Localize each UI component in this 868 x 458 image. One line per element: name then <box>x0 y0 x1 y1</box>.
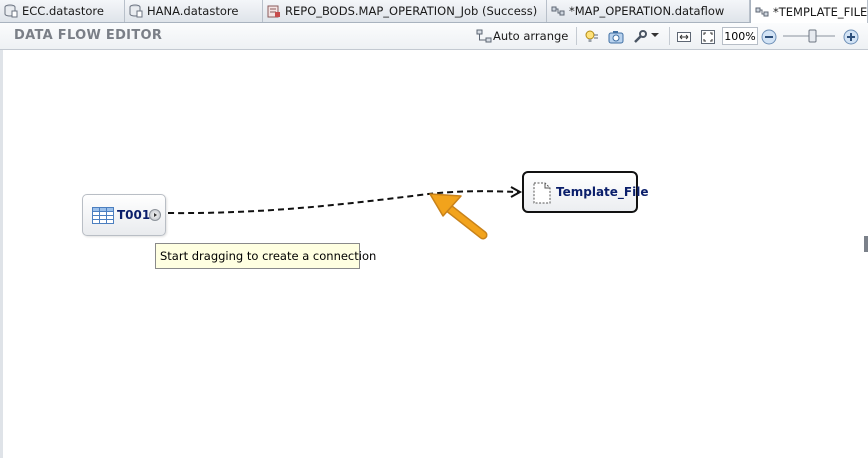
pointer-arrow-icon <box>429 193 488 240</box>
target-node-template-file[interactable]: Template_File <box>522 171 648 213</box>
dragging-connection-line <box>167 190 519 215</box>
connection-tooltip: Start dragging to create a connection <box>155 243 376 269</box>
target-node-name: Template_File <box>556 185 649 199</box>
table-icon <box>92 207 114 227</box>
output-port-icon[interactable] <box>149 209 161 221</box>
canvas-edge-handle[interactable] <box>864 236 868 252</box>
source-node-t001[interactable]: T001 <box>82 194 166 236</box>
source-node-name: T001 <box>117 208 151 222</box>
file-icon <box>533 182 551 207</box>
